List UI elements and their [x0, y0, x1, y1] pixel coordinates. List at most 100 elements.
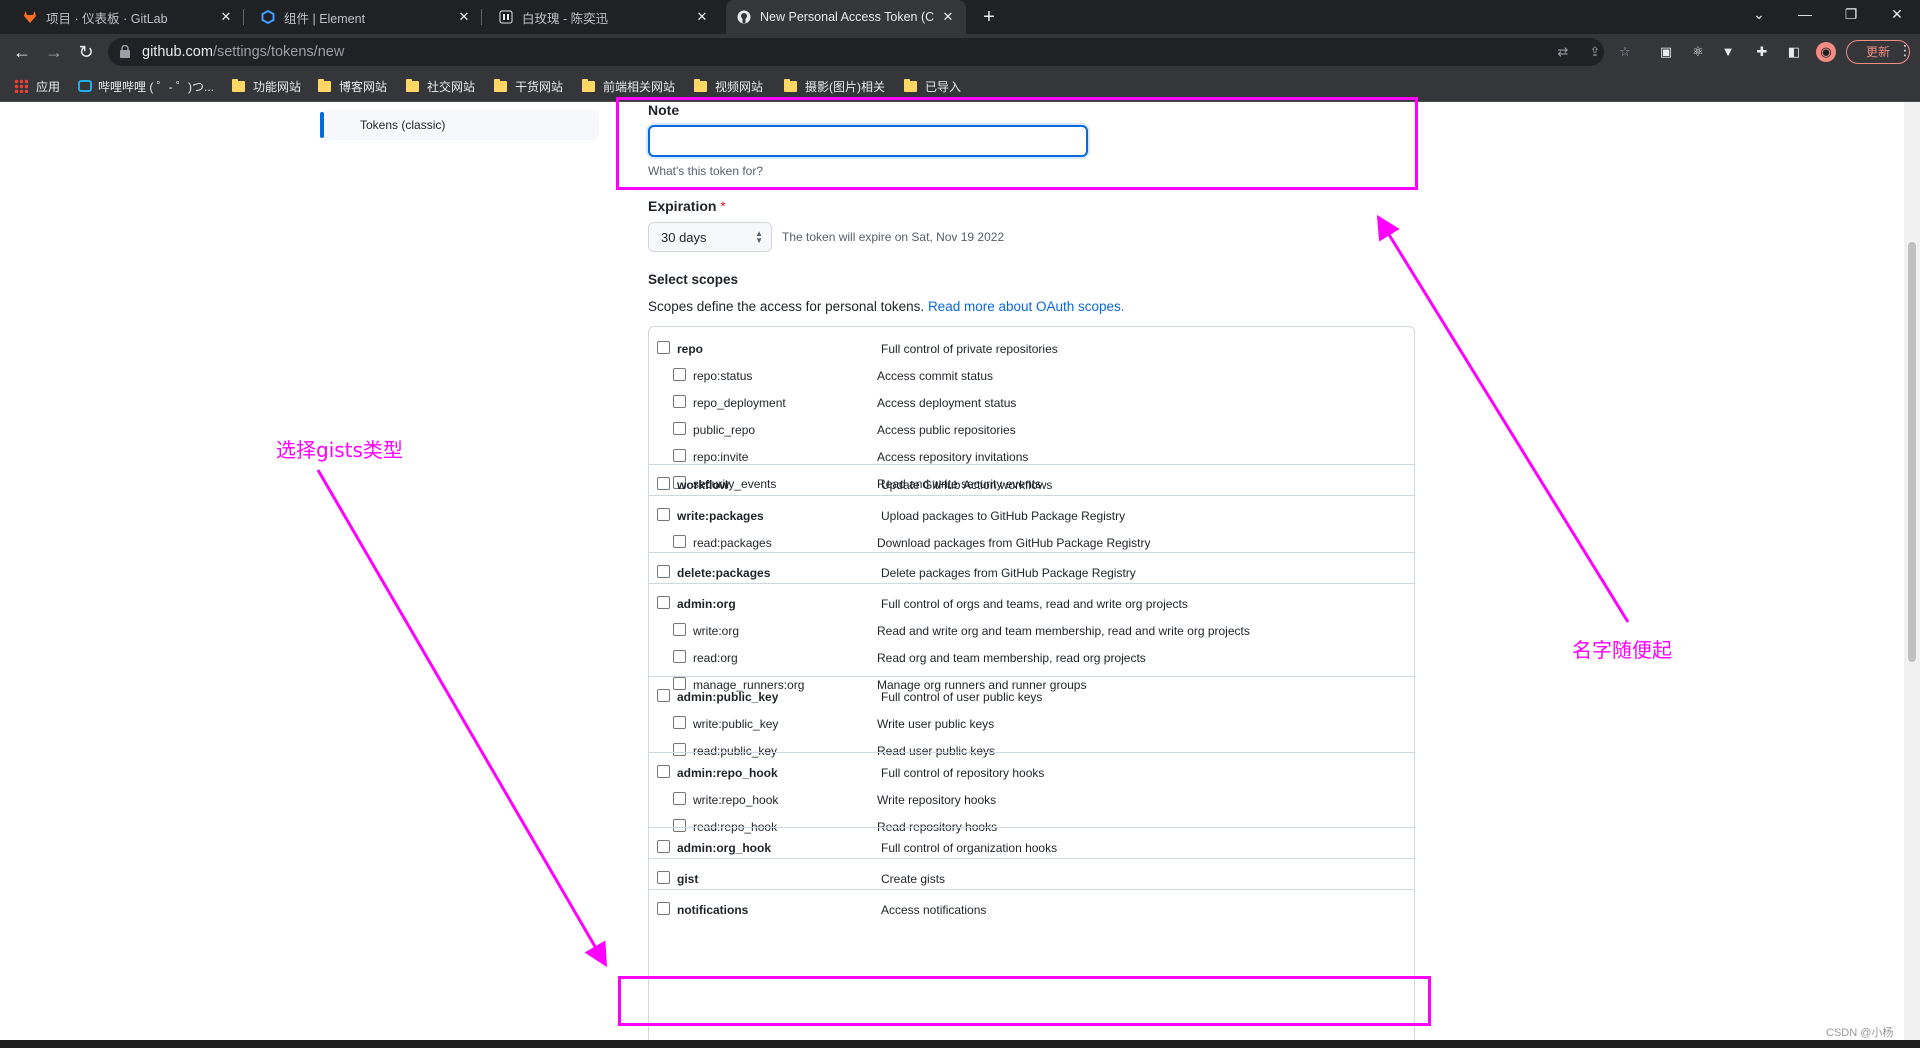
annotation-note-box: [616, 97, 1418, 190]
close-icon[interactable]: ✕: [940, 9, 956, 25]
scope-checkbox-read-packages[interactable]: [673, 535, 686, 548]
scope-checkbox-public-repo[interactable]: [673, 422, 686, 435]
scope-checkbox-write-repo-hook[interactable]: [673, 792, 686, 805]
scope-checkbox-read-org[interactable]: [673, 650, 686, 663]
browser-tab-bar: 项目 · 仪表板 · GitLab ✕ 组件 | Element ✕ 白玫瑰 -…: [0, 0, 1920, 34]
close-icon[interactable]: ✕: [218, 9, 234, 25]
forward-arrow-icon[interactable]: →: [40, 38, 68, 66]
scope-checkbox-notifications[interactable]: [657, 902, 670, 915]
folder-icon: [232, 78, 245, 92]
sidebar-item-label: Tokens (classic): [360, 118, 446, 132]
bookmark-folder[interactable]: 社交网站: [406, 76, 475, 96]
scope-checkbox-read-public-key[interactable]: [673, 743, 686, 756]
scope-checkbox-gist[interactable]: [657, 871, 670, 884]
scope-checkbox-admin-repo-hook[interactable]: [657, 765, 670, 778]
music-icon: [498, 9, 514, 25]
bookmark-folder[interactable]: 功能网站: [232, 76, 301, 96]
scope-checkbox-repo[interactable]: [657, 341, 670, 354]
tab-gitlab[interactable]: 项目 · 仪表板 · GitLab ✕: [12, 0, 244, 34]
scope-checkbox-repo-deployment[interactable]: [673, 395, 686, 408]
scope-name: write:packages: [677, 509, 764, 523]
scope-checkbox-admin-public-key[interactable]: [657, 689, 670, 702]
tab-element[interactable]: 组件 | Element ✕: [250, 0, 482, 34]
scrollbar-thumb[interactable]: [1908, 242, 1916, 662]
close-icon[interactable]: ✕: [456, 9, 472, 25]
scope-name: admin:org_hook: [677, 841, 772, 855]
github-icon: [736, 9, 752, 25]
share-icon[interactable]: ⇪: [1586, 43, 1604, 61]
folder-icon: [904, 78, 917, 92]
bookmark-folder[interactable]: 前端相关网站: [582, 76, 675, 96]
scopes-list: repo Full control of private repositories…: [648, 326, 1415, 1046]
folder-icon: [406, 78, 419, 92]
expiration-note: The token will expire on Sat, Nov 19 202…: [782, 230, 1005, 244]
scope-checkbox-repo-status[interactable]: [673, 368, 686, 381]
browser-toolbar: ← → ↻ github.com/settings/tokens/new ⇄ ⇪…: [0, 34, 1920, 70]
sub-scope-description: Download packages from GitHub Package Re…: [877, 536, 1151, 550]
bookmark-star-icon[interactable]: ☆: [1616, 43, 1634, 61]
scope-name: admin:repo_hook: [677, 766, 778, 780]
scope-checkbox-manage-runners-org[interactable]: [673, 677, 686, 690]
scope-checkbox-write-org[interactable]: [673, 623, 686, 636]
tab-search-icon[interactable]: ⌄: [1736, 0, 1782, 28]
scope-checkbox-write-public-key[interactable]: [673, 716, 686, 729]
puzzle-icon[interactable]: ✚: [1752, 42, 1772, 62]
sub-scope-name: write:repo_hook: [693, 793, 779, 807]
scope-checkbox-read-repo-hook[interactable]: [673, 819, 686, 832]
scope-divider: [649, 827, 1414, 828]
bookmark-folder[interactable]: 博客网站: [318, 76, 387, 96]
scope-description: Full control of repository hooks: [881, 766, 1045, 780]
bookmark-folder[interactable]: 干货网站: [494, 76, 563, 96]
bookmark-folder[interactable]: 已导入: [904, 76, 961, 96]
bookmark-folder[interactable]: 摄影(图片)相关: [784, 76, 885, 96]
minimize-button[interactable]: —: [1782, 0, 1828, 28]
side-panel-icon[interactable]: ◧: [1784, 42, 1804, 62]
close-icon[interactable]: ✕: [694, 9, 710, 25]
close-window-button[interactable]: ✕: [1874, 0, 1920, 28]
url-text[interactable]: github.com/settings/tokens/new: [142, 44, 344, 60]
tab-github-active[interactable]: New Personal Access Token (C ✕: [726, 0, 966, 34]
bookmark-bilibili[interactable]: 哔哩哔哩 ( ゜- ゜)つ...: [78, 76, 214, 96]
scope-divider: [649, 889, 1414, 890]
sub-scope-name: read:org: [693, 651, 738, 665]
folder-icon: [694, 78, 707, 92]
tab-label: 白玫瑰 - 陈奕迅: [522, 11, 609, 26]
vue-devtools-icon[interactable]: ▼: [1718, 42, 1738, 62]
oauth-scopes-link[interactable]: Read more about OAuth scopes.: [928, 299, 1125, 314]
scope-description: Delete packages from GitHub Package Regi…: [881, 566, 1136, 580]
folder-icon: [494, 78, 507, 92]
expiration-select[interactable]: 30 days ▲ ▼: [648, 222, 772, 252]
bilibili-icon: [78, 80, 92, 92]
tab-music[interactable]: 白玫瑰 - 陈奕迅 ✕: [488, 0, 720, 34]
scope-checkbox-workflow[interactable]: [657, 477, 670, 490]
address-bar[interactable]: github.com/settings/tokens/new ⇄ ⇪ ☆: [108, 38, 1631, 66]
restore-button[interactable]: ❐: [1828, 0, 1874, 28]
sidebar-item-tokens-classic[interactable]: Tokens (classic): [320, 110, 599, 140]
reload-icon[interactable]: ↻: [72, 38, 100, 66]
bookmark-apps[interactable]: 应用: [14, 76, 60, 96]
react-devtools-icon[interactable]: ⚛: [1688, 42, 1708, 62]
taskbar-strip: [0, 1040, 1920, 1048]
avatar[interactable]: ◉: [1816, 42, 1836, 62]
sub-scope-description: Access public repositories: [877, 423, 1016, 437]
scope-description: Full control of private repositories: [881, 342, 1058, 356]
bookmark-folder[interactable]: 视频网站: [694, 76, 763, 96]
scope-checkbox-write-packages[interactable]: [657, 508, 670, 521]
scope-checkbox-delete-packages[interactable]: [657, 565, 670, 578]
scope-description: Create gists: [881, 872, 946, 886]
scope-description: Update GitHub Action workflows: [881, 478, 1053, 492]
menu-icon[interactable]: ⋮: [1898, 42, 1912, 59]
expiration-label: Expiration *: [648, 198, 726, 214]
scope-checkbox-repo-invite[interactable]: [673, 449, 686, 462]
scope-checkbox-admin-org[interactable]: [657, 596, 670, 609]
annotation-right-text: 名字随便起: [1572, 638, 1672, 662]
extension-icon[interactable]: ▣: [1656, 42, 1676, 62]
sub-scope-name: read:public_key: [693, 744, 778, 758]
translate-icon[interactable]: ⇄: [1554, 43, 1572, 61]
folder-icon: [318, 78, 331, 92]
new-tab-button[interactable]: +: [976, 4, 1002, 30]
back-arrow-icon[interactable]: ←: [8, 38, 36, 66]
scope-checkbox-admin-org-hook[interactable]: [657, 840, 670, 853]
sub-scope-name: write:public_key: [693, 717, 779, 731]
scrollbar[interactable]: [1904, 102, 1920, 1040]
